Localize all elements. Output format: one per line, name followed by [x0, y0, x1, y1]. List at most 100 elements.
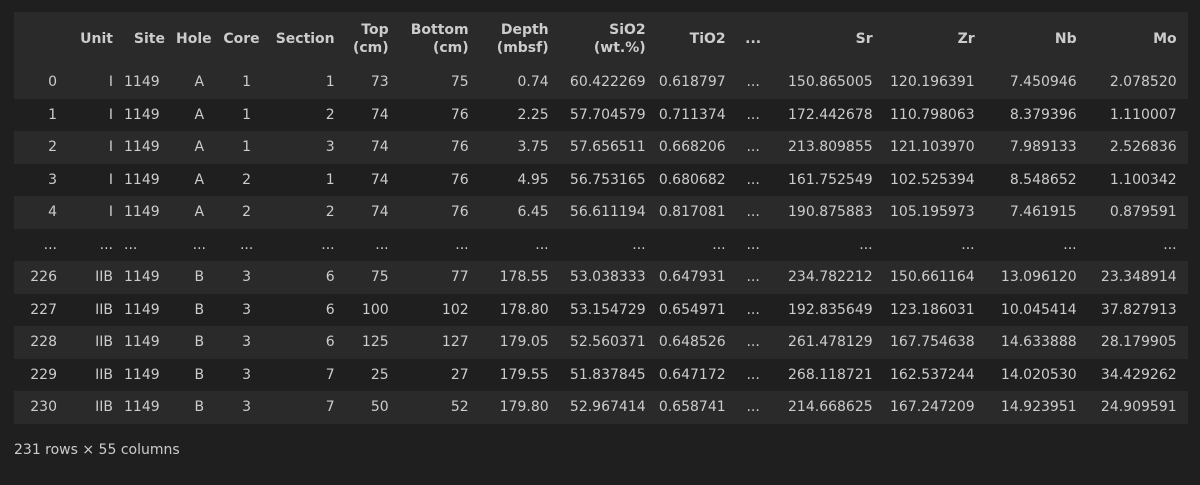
table-cell: 53.154729 [569, 301, 646, 318]
column-header: Section [275, 31, 335, 47]
table-cell: 123.186031 [890, 301, 975, 318]
table-cell: ... [632, 236, 646, 253]
table-cell: 7.450946 [1009, 74, 1077, 91]
table-cell: 50 [370, 399, 389, 416]
table-row: 1 I 1149 A 1 2 74 76 2.25 57.704579 0.711374... 172… [14, 98, 1188, 131]
table-cell: 8.548652 [1009, 171, 1077, 188]
table-cell: 52.560371 [569, 334, 646, 351]
shape-summary: 231 rows × 55 columns [14, 442, 180, 458]
table-cell: ... [455, 236, 469, 253]
table-header: Unit Site Hole Core Section Top (cm) Bottom (cm)… [14, 12, 1188, 66]
table-cell: 1149 [124, 301, 160, 318]
table-cell: ... [746, 139, 760, 156]
table-cell: 60.422269 [569, 74, 646, 91]
table-cell: IIB [95, 334, 113, 351]
table-cell: 162.537244 [890, 366, 975, 383]
table-cell: A [194, 171, 205, 188]
table-cell: 3 [242, 301, 252, 318]
table-cell: I [108, 139, 113, 156]
table-cell: 14.633888 [1000, 334, 1077, 351]
column-header: TiO2 [689, 31, 726, 47]
table-cell: 0.879591 [1109, 204, 1177, 221]
header-row: Unit Site Hole Core Section Top (cm) Bottom (cm)… [14, 12, 1188, 66]
table-cell: 214.668625 [788, 399, 873, 416]
table-cell: 25 [370, 366, 389, 383]
table-cell: 2 [325, 106, 335, 123]
row-index: 2 [48, 139, 57, 156]
table-cell: 37.827913 [1100, 301, 1177, 318]
table-cell: 77 [450, 269, 469, 286]
table-cell: 23.348914 [1100, 269, 1177, 286]
table-cell: 0.668206 [658, 139, 726, 156]
table-cell: 76 [450, 171, 469, 188]
table-cell: 1149 [124, 204, 160, 221]
table-cell: ... [746, 236, 760, 253]
table-cell: 13.096120 [1000, 269, 1077, 286]
table-cell: 190.875883 [788, 204, 873, 221]
table-cell: 56.611194 [569, 204, 646, 221]
table-cell: ... [746, 106, 760, 123]
table-cell: 14.923951 [1000, 399, 1077, 416]
table-cell: 100 [361, 301, 389, 318]
table-cell: 167.754638 [890, 334, 975, 351]
table-cell: B [194, 269, 205, 286]
table-cell: ... [746, 74, 760, 91]
table-cell: 102.525394 [890, 171, 975, 188]
table-cell: 167.247209 [890, 399, 975, 416]
table-cell: I [108, 106, 113, 123]
table-cell: 1.110007 [1109, 106, 1177, 123]
row-index: 0 [48, 74, 57, 91]
table-cell: 261.478129 [788, 334, 873, 351]
table-cell: 1149 [124, 139, 160, 156]
table-cell: 3 [325, 139, 335, 156]
table-cell: 0.647931 [658, 269, 726, 286]
table-cell: ... [746, 269, 760, 286]
table-cell: I [108, 171, 113, 188]
table-cell: 213.809855 [788, 139, 873, 156]
column-header: Zr [957, 31, 975, 47]
table-cell: ... [124, 236, 138, 253]
row-index: 3 [48, 171, 57, 188]
table-cell: B [194, 301, 205, 318]
table-cell: 6 [325, 334, 335, 351]
table-cell: 179.55 [499, 366, 549, 383]
table-cell: 0.680682 [658, 171, 726, 188]
table-cell: B [194, 366, 205, 383]
table-cell: ... [746, 171, 760, 188]
column-header: Depth (mbsf) [496, 22, 549, 56]
row-index: 228 [30, 334, 57, 351]
table-cell: 0.647172 [658, 366, 726, 383]
table-cell: 74 [370, 204, 389, 221]
table-cell: 161.752549 [788, 171, 873, 188]
table-cell: IIB [95, 366, 113, 383]
table-cell: 121.103970 [890, 139, 975, 156]
table-cell: ... [746, 301, 760, 318]
table-cell: 1149 [124, 399, 160, 416]
table-cell: 1149 [124, 269, 160, 286]
table-cell: ... [99, 236, 113, 253]
table-cell: 6 [325, 301, 335, 318]
table-cell: ... [1163, 236, 1177, 253]
table-cell: 192.835649 [788, 301, 873, 318]
table-cell: 120.196391 [890, 74, 975, 91]
table-cell: 7 [325, 366, 335, 383]
table-cell: 52.967414 [569, 399, 646, 416]
table-cell: ... [192, 236, 206, 253]
column-header: Site [133, 31, 165, 47]
table-cell: 1149 [124, 171, 160, 188]
table-cell: 6 [325, 269, 335, 286]
table-cell: 6.45 [517, 204, 549, 221]
table-cell: 1 [242, 74, 252, 91]
table-cell: 1149 [124, 334, 160, 351]
table-cell: 56.753165 [569, 171, 646, 188]
table-cell: I [108, 74, 113, 91]
table-cell: 2.25 [517, 106, 549, 123]
table-cell: 3 [242, 366, 252, 383]
table-cell: 75 [450, 74, 469, 91]
table-cell: B [194, 399, 205, 416]
table-cell: 76 [450, 106, 469, 123]
table-cell: I [108, 204, 113, 221]
table-cell: 74 [370, 139, 389, 156]
table-cell: 1149 [124, 106, 160, 123]
table-row: 3 I 1149 A 2 1 74 76 4.95 56.753165 0.680682... 161… [14, 163, 1188, 196]
